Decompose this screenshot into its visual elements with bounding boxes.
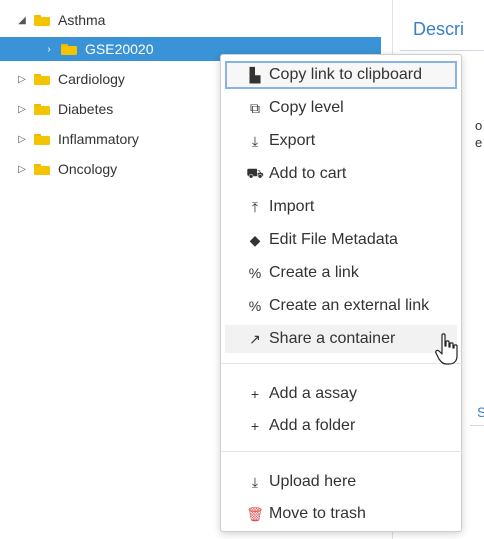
menu-item-share-container[interactable]: ↗ Share a container <box>225 325 457 353</box>
description-text-fragment: o <box>475 118 483 133</box>
share-icon: ↗ <box>249 330 261 347</box>
menu-item-edit-file-metadata[interactable]: ◆ Edit File Metadata <box>225 226 457 254</box>
upload-icon: ⤓ <box>251 473 259 490</box>
menu-item-label: Create a link <box>269 264 359 281</box>
menu-item-label: Copy level <box>269 99 344 116</box>
clipboard-icon: ▙ <box>249 66 261 83</box>
tree-item-oncology[interactable]: ▷ Oncology <box>16 157 216 181</box>
section-underline <box>470 425 484 426</box>
section-link-fragment[interactable]: S <box>477 404 484 420</box>
menu-item-add-folder[interactable]: + Add a folder <box>225 412 457 440</box>
tree-item-label: Cardiology <box>58 71 125 87</box>
menu-item-label: Add a assay <box>269 385 358 402</box>
tree-item-label: Inflammatory <box>58 131 139 147</box>
menu-item-add-assay[interactable]: + Add a assay <box>225 380 457 408</box>
folder-icon <box>34 133 50 145</box>
download-icon: ⤓ <box>251 132 259 149</box>
tree-item-label: Asthma <box>58 12 106 28</box>
folder-icon <box>34 103 50 115</box>
menu-item-move-to-trash[interactable]: 🗑 Move to trash <box>225 500 457 528</box>
expand-icon[interactable]: ▷ <box>16 134 28 145</box>
menu-item-create-external-link[interactable]: % Create an external link <box>225 292 457 320</box>
expand-icon[interactable]: ▷ <box>16 74 28 85</box>
tags-icon: ◆ <box>249 231 261 248</box>
page: ◢ Asthma › GSE20020 ▷ Cardiology ▷ Diabe… <box>0 0 484 539</box>
hand-pointer-cursor-icon <box>435 333 458 365</box>
context-menu: ▙ Copy link to clipboard ⧉ Copy level ⤓ … <box>220 54 463 532</box>
tree-item-cardiology[interactable]: ▷ Cardiology <box>16 67 216 91</box>
menu-item-label: Export <box>269 132 316 149</box>
folder-open-icon <box>34 14 50 26</box>
menu-item-label: Move to trash <box>269 505 366 522</box>
tree-item-label: GSE20020 <box>85 41 154 57</box>
plus-icon: + <box>250 386 260 402</box>
menu-separator <box>221 363 463 364</box>
folder-icon <box>34 163 50 175</box>
tab-description[interactable]: Descri <box>413 19 464 40</box>
menu-item-copy-level[interactable]: ⧉ Copy level <box>225 94 457 122</box>
collapse-icon[interactable]: ◢ <box>16 15 28 26</box>
menu-item-label: Edit File Metadata <box>269 231 398 248</box>
tree-item-label: Diabetes <box>58 101 114 117</box>
menu-item-label: Copy link to clipboard <box>269 66 422 83</box>
menu-item-add-to-cart[interactable]: ⛟ Add to cart <box>225 160 457 188</box>
menu-item-label: Share a container <box>269 330 396 347</box>
menu-item-create-link[interactable]: % Create a link <box>225 259 457 287</box>
trash-icon: 🗑 <box>246 505 264 522</box>
expand-icon[interactable]: ▷ <box>16 164 28 175</box>
link-icon: % <box>248 298 262 314</box>
tree-item-label: Oncology <box>58 161 118 177</box>
menu-item-label: Upload here <box>269 473 357 490</box>
menu-item-label: Create an external link <box>269 297 430 314</box>
expand-icon[interactable]: › <box>43 44 55 55</box>
folder-icon <box>61 43 77 55</box>
plus-icon: + <box>250 418 260 434</box>
menu-item-label: Add to cart <box>269 165 347 182</box>
folder-icon <box>34 73 50 85</box>
upload-icon: ⤒ <box>251 198 259 215</box>
menu-item-import[interactable]: ⤒ Import <box>225 193 457 221</box>
copy-icon: ⧉ <box>250 99 260 116</box>
cart-icon: ⛟ <box>246 164 264 181</box>
tree-item-asthma[interactable]: ◢ Asthma <box>16 8 376 32</box>
menu-item-copy-link[interactable]: ▙ Copy link to clipboard <box>225 61 457 89</box>
expand-icon[interactable]: ▷ <box>16 104 28 115</box>
menu-item-label: Add a folder <box>269 417 356 434</box>
tree-item-diabetes[interactable]: ▷ Diabetes <box>16 97 216 121</box>
menu-item-label: Import <box>269 198 315 215</box>
menu-item-upload-here[interactable]: ⤓ Upload here <box>225 468 457 496</box>
menu-separator <box>221 451 463 452</box>
menu-item-export[interactable]: ⤓ Export <box>225 127 457 155</box>
link-icon: % <box>248 265 262 281</box>
tab-underline <box>400 50 484 51</box>
description-text-fragment: e <box>475 135 483 150</box>
tree-item-inflammatory[interactable]: ▷ Inflammatory <box>16 127 216 151</box>
